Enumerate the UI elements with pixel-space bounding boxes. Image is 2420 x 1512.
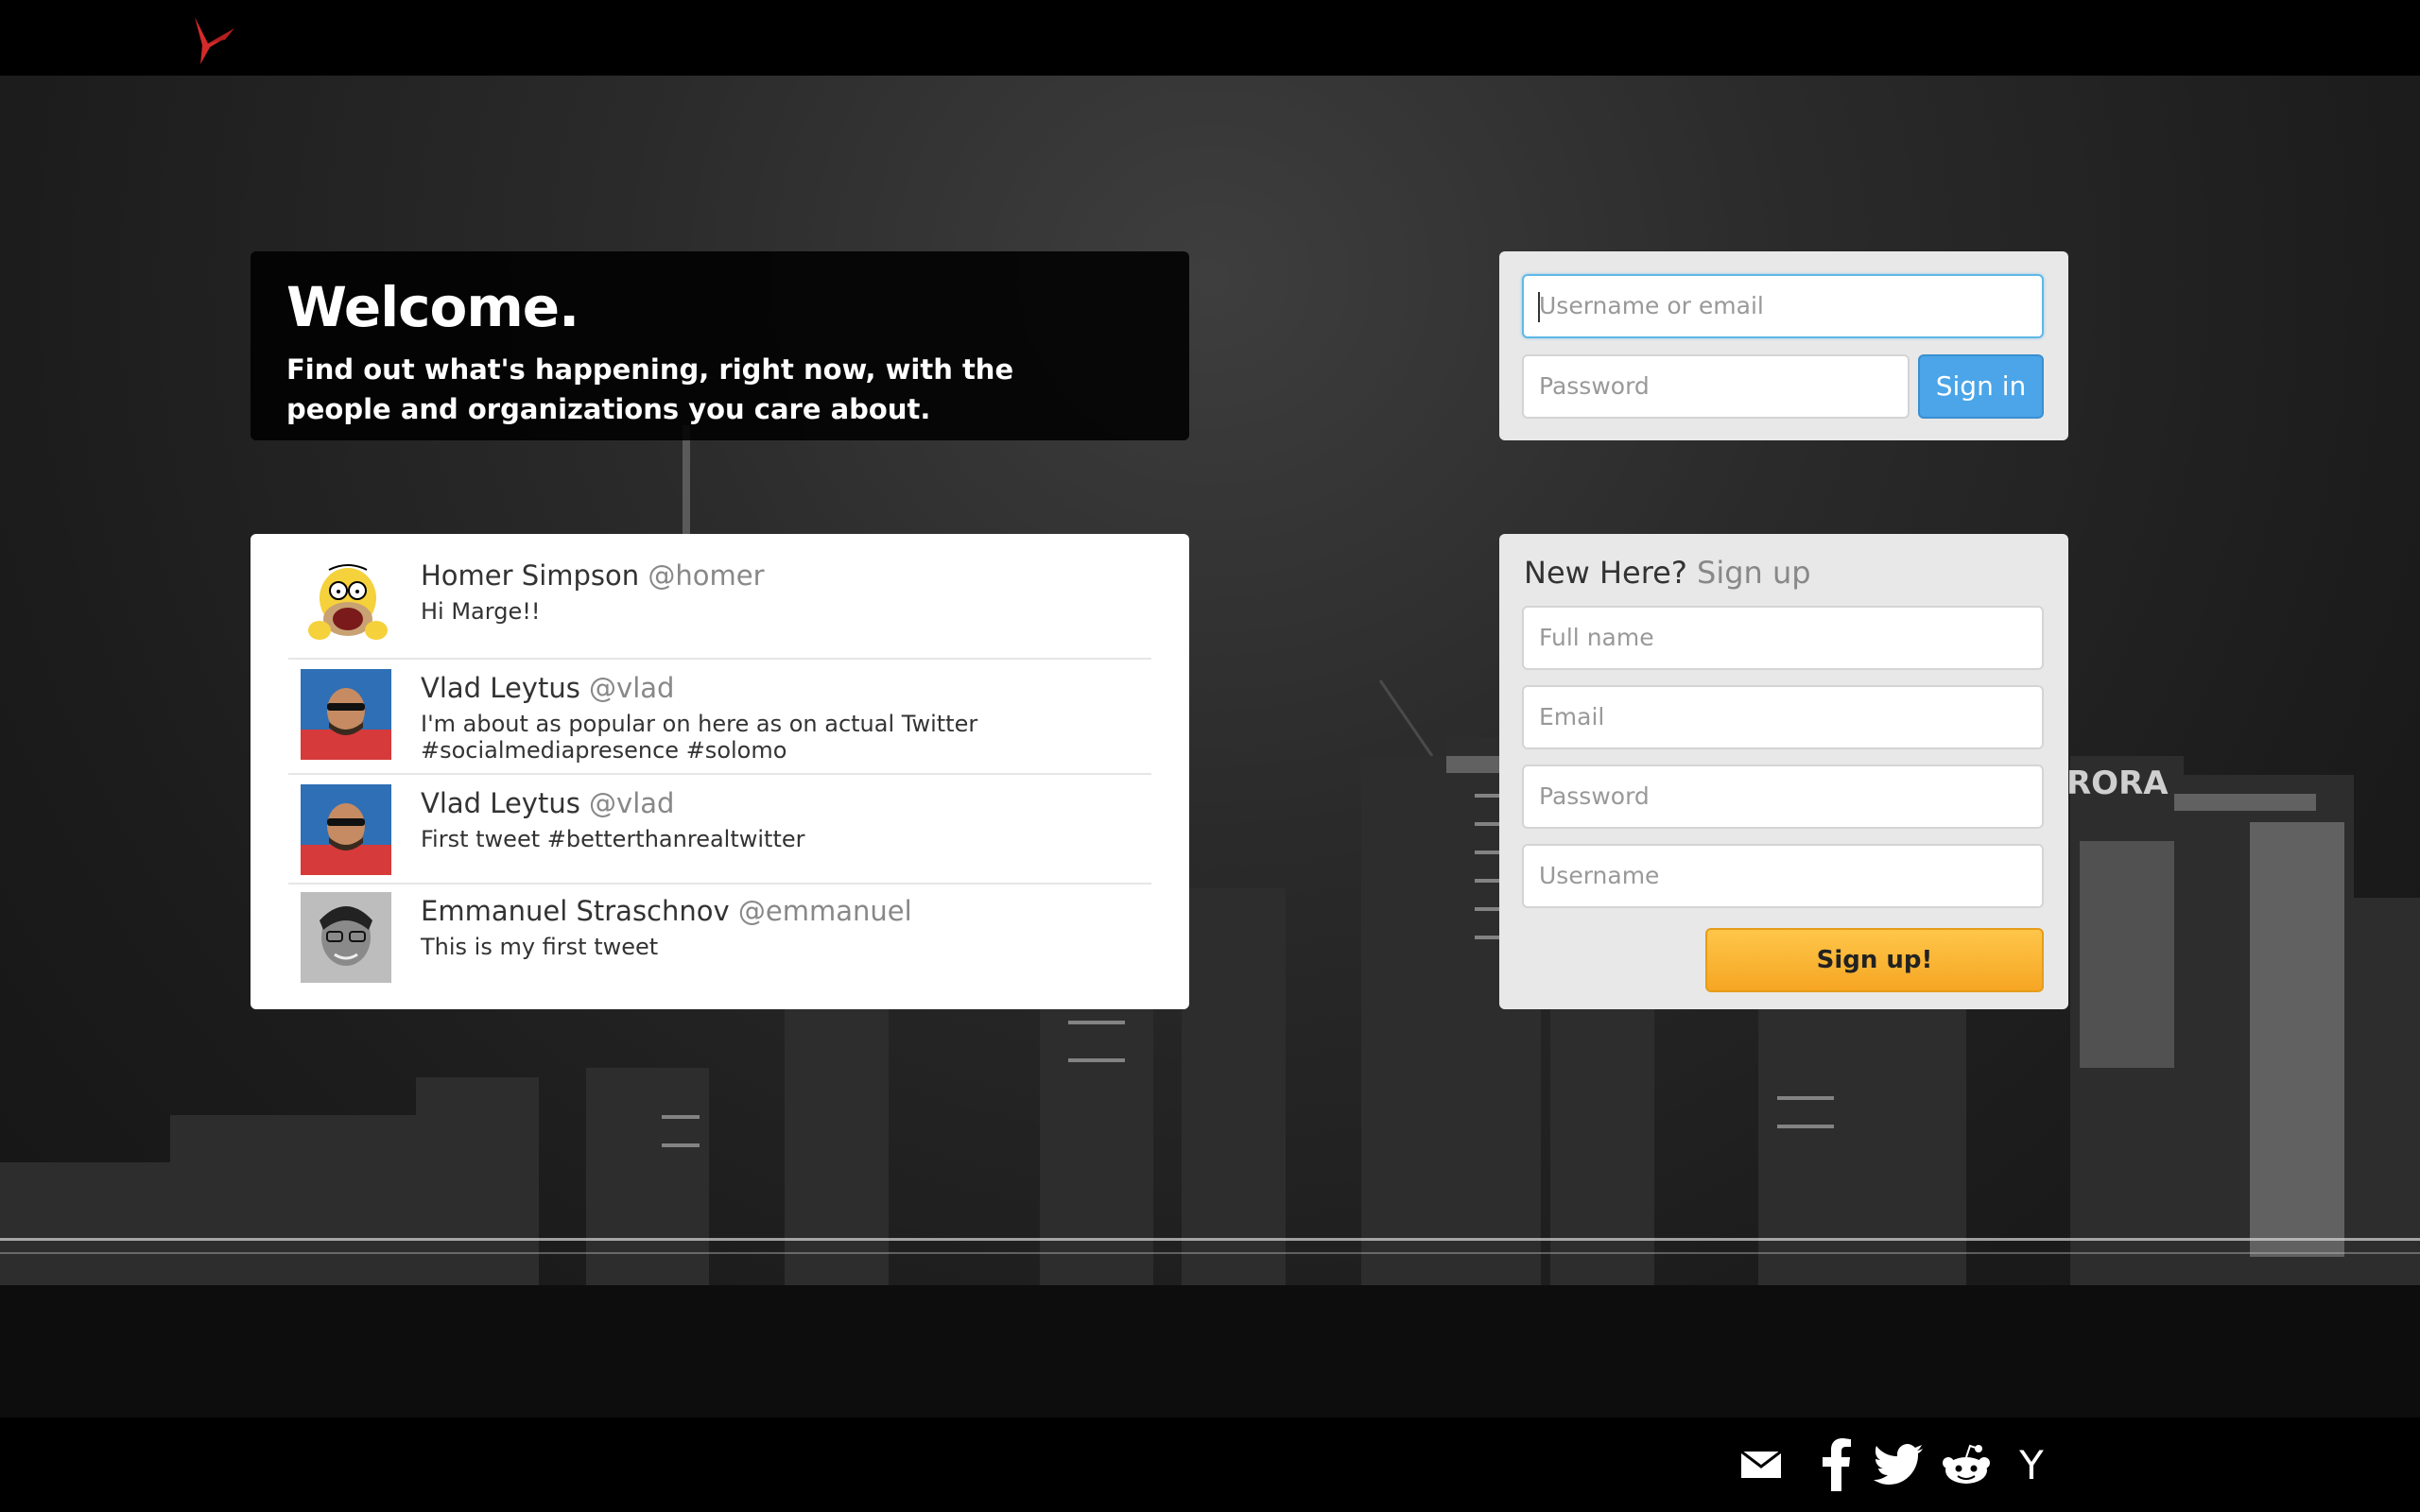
sign-in-button[interactable]: Sign in bbox=[1918, 354, 2044, 419]
full-name-input[interactable]: Full name bbox=[1522, 606, 2044, 670]
welcome-title: Welcome. bbox=[286, 275, 579, 339]
email-placeholder: Email bbox=[1539, 703, 1605, 730]
username-placeholder: Username bbox=[1539, 862, 1660, 889]
tweet-text: First tweet #betterthanrealtwitter bbox=[421, 826, 805, 852]
tweet-item[interactable]: Emmanuel Straschnov @emmanuel This is my… bbox=[288, 885, 1151, 1005]
homer-simpson-avatar[interactable] bbox=[301, 557, 391, 647]
sign-up-button[interactable]: Sign up! bbox=[1705, 928, 2044, 992]
tweet-list: Homer Simpson @homer Hi Marge!! Vlad Ley… bbox=[251, 534, 1189, 1009]
signup-title-sub: Sign up bbox=[1697, 555, 1811, 591]
signup-title: New Here? Sign up bbox=[1524, 549, 1811, 596]
building-sign-text: RORA bbox=[2066, 765, 2169, 802]
tweet-item[interactable]: Homer Simpson @homer Hi Marge!! bbox=[288, 534, 1151, 660]
emmanuel-avatar[interactable] bbox=[301, 892, 391, 983]
full-name-placeholder: Full name bbox=[1539, 624, 1654, 651]
tweet-author-handle[interactable]: @homer bbox=[648, 559, 764, 592]
hummingbird-icon[interactable] bbox=[182, 11, 238, 68]
welcome-panel: Welcome. Find out what's happening, righ… bbox=[251, 251, 1189, 440]
password-placeholder: Password bbox=[1539, 372, 1650, 400]
tweet-author-name[interactable]: Vlad Leytus bbox=[421, 672, 580, 704]
tweet-author-name[interactable]: Homer Simpson bbox=[421, 559, 639, 592]
email-input[interactable]: Email bbox=[1522, 685, 2044, 749]
tweet-text: I'm about as popular on here as on actua… bbox=[421, 711, 978, 764]
tweet-author-name[interactable]: Emmanuel Straschnov bbox=[421, 895, 730, 927]
facebook-icon[interactable] bbox=[1813, 1436, 1860, 1493]
tweet-text: This is my first tweet bbox=[421, 934, 659, 960]
username-or-email-input[interactable]: Username or email bbox=[1522, 274, 2044, 338]
mail-icon[interactable] bbox=[1737, 1436, 1785, 1493]
top-navbar bbox=[0, 0, 2420, 76]
tweet-item[interactable]: Vlad Leytus @vlad First tweet #bettertha… bbox=[288, 775, 1151, 885]
login-panel: Username or email Password Sign in bbox=[1499, 251, 2068, 440]
signup-password-placeholder: Password bbox=[1539, 782, 1650, 810]
tweet-author-handle[interactable]: @vlad bbox=[589, 672, 674, 704]
vlad-avatar[interactable] bbox=[301, 669, 391, 760]
tweet-item[interactable]: Vlad Leytus @vlad I'm about as popular o… bbox=[288, 660, 1151, 775]
username-input[interactable]: Username bbox=[1522, 844, 2044, 908]
reddit-icon[interactable] bbox=[1938, 1436, 1995, 1493]
twitter-icon[interactable] bbox=[1872, 1436, 1925, 1493]
username-or-email-placeholder: Username or email bbox=[1539, 292, 1764, 319]
tweet-author-name[interactable]: Vlad Leytus bbox=[421, 787, 580, 819]
hacker-news-icon[interactable]: Y bbox=[2008, 1436, 2055, 1493]
signup-panel: New Here? Sign up Full name Email Passwo… bbox=[1499, 534, 2068, 1009]
signup-password-input[interactable]: Password bbox=[1522, 765, 2044, 829]
tweet-text: Hi Marge!! bbox=[421, 598, 541, 625]
tweet-author-handle[interactable]: @vlad bbox=[589, 787, 674, 819]
vlad-avatar[interactable] bbox=[301, 784, 391, 875]
password-input[interactable]: Password bbox=[1522, 354, 1910, 419]
footer: Y bbox=[0, 1418, 2420, 1512]
signup-title-main: New Here? bbox=[1524, 555, 1687, 591]
tweet-author-handle[interactable]: @emmanuel bbox=[738, 895, 912, 927]
welcome-tagline: Find out what's happening, right now, wi… bbox=[286, 353, 1014, 425]
